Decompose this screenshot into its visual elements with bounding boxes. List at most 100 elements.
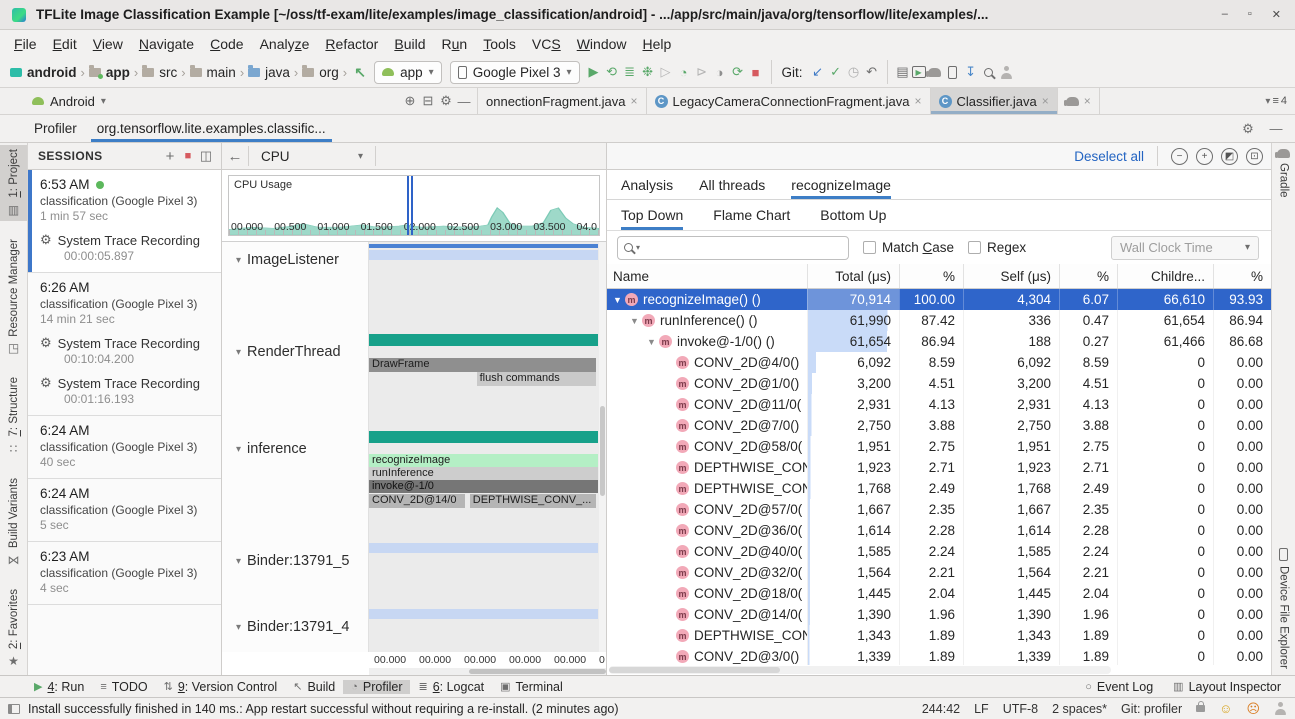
tool-button-favorites[interactable]: 2: Favorites★ — [8, 585, 20, 672]
profile-avatar-icon[interactable] — [998, 63, 1016, 81]
thread-state-bar[interactable] — [369, 431, 598, 443]
selection-handle[interactable] — [411, 176, 413, 235]
tool-button-structure[interactable]: 7: Structure∷ — [8, 373, 20, 459]
search-everywhere-icon[interactable] — [980, 63, 998, 81]
zoom-out-icon[interactable]: − — [1171, 148, 1188, 165]
caret-position[interactable]: 244:42 — [922, 702, 960, 716]
update-project-icon[interactable]: ↙ — [809, 63, 827, 81]
collapse-icon[interactable]: ▾ — [236, 622, 241, 633]
session-recording[interactable]: ⚙System Trace Recording — [40, 335, 213, 351]
table-row[interactable]: mCONV_2D@32/0(1,5642.211,5642.2100.00 — [607, 562, 1271, 583]
search-input[interactable] — [643, 240, 842, 255]
expand-icon[interactable]: ▼ — [613, 295, 625, 305]
subtab-flame-chart[interactable]: Flame Chart — [713, 200, 790, 230]
close-tab-icon[interactable]: × — [915, 94, 922, 108]
menu-view[interactable]: View — [85, 33, 131, 55]
device-manager-icon[interactable] — [944, 63, 962, 81]
trace-event-runInference[interactable]: runInference — [369, 467, 598, 480]
trace-event-DEPTHWISE_CONV_...[interactable]: DEPTHWISE_CONV_... — [470, 494, 596, 508]
editor-tab[interactable]: × — [1058, 88, 1100, 114]
thread-state-bar[interactable] — [369, 334, 598, 346]
attach-profiler-icon[interactable]: ◑ — [711, 63, 729, 81]
menu-file[interactable]: File — [6, 33, 45, 55]
hide-panel-icon[interactable]: — — [455, 92, 473, 110]
table-row[interactable]: mCONV_2D@14/0(1,3901.961,3901.9600.00 — [607, 604, 1271, 625]
git-branch[interactable]: Git: profiler — [1121, 702, 1182, 716]
toolwindow-toggle-icon[interactable] — [8, 704, 20, 714]
collapse-icon[interactable]: ▾ — [236, 255, 241, 266]
menu-help[interactable]: Help — [635, 33, 680, 55]
collapse-icon[interactable]: ▾ — [236, 347, 241, 358]
subtab-bottom-up[interactable]: Bottom Up — [820, 200, 886, 230]
menu-build[interactable]: Build — [386, 33, 433, 55]
session-recording[interactable]: ⚙System Trace Recording — [40, 375, 213, 391]
editor-tab-onnectionFragment.java[interactable]: onnectionFragment.java× — [478, 88, 647, 114]
tool-button-gradle[interactable]: Gradle — [1277, 145, 1290, 202]
table-row[interactable]: ▼minvoke@-1/0() ()61,65486.941880.2761,4… — [607, 331, 1271, 352]
tab-recognizeimage[interactable]: recognizeImage — [791, 170, 891, 199]
gear-icon[interactable]: ⚙ — [1239, 120, 1257, 138]
attach-debugger-icon[interactable]: ⊳ — [693, 63, 711, 81]
close-tab-icon[interactable]: × — [1042, 94, 1049, 108]
menu-navigate[interactable]: Navigate — [131, 33, 202, 55]
trace-event-recognizeImage[interactable]: recognizeImage — [369, 454, 598, 467]
breadcrumb-android[interactable]: android — [8, 65, 79, 80]
editor-tab-LegacyCameraConnectionFragment.java[interactable]: CLegacyCameraConnectionFragment.java× — [647, 88, 931, 114]
table-row[interactable]: ▼mrecognizeImage() ()70,914100.004,3046.… — [607, 289, 1271, 310]
timeline-horizontal-scrollbar[interactable] — [369, 668, 606, 675]
profile-icon[interactable]: ▷ — [657, 63, 675, 81]
session-item[interactable]: 6:26 AMclassification (Google Pixel 3)14… — [28, 273, 221, 416]
session-item[interactable]: 6:23 AMclassification (Google Pixel 3)4 … — [28, 542, 221, 605]
commit-icon[interactable]: ✓ — [827, 63, 845, 81]
thread-tracks[interactable]: ▾ImageListener▾RenderThreadDrawFrameflus… — [222, 242, 606, 652]
back-arrow-icon[interactable]: ← — [226, 147, 244, 165]
tool-button-device-file-explorer[interactable]: Device File Explorer — [1278, 544, 1290, 673]
trace-event-DrawFrame[interactable]: DrawFrame — [369, 358, 596, 372]
session-recording[interactable]: ⚙System Trace Recording — [40, 232, 213, 248]
profiler-type-select[interactable]: CPU ▾ — [253, 149, 371, 164]
settings-icon[interactable]: ⚙ — [437, 92, 455, 110]
menu-analyze[interactable]: Analyze — [252, 33, 318, 55]
menu-run[interactable]: Run — [434, 33, 476, 55]
reset-zoom-icon[interactable]: ◩ — [1221, 148, 1238, 165]
table-row[interactable]: mCONV_2D@40/0(1,5852.241,5852.2400.00 — [607, 541, 1271, 562]
stop-session-icon[interactable]: ■ — [179, 147, 197, 165]
table-row[interactable]: ▼mrunInference() ()61,99087.423360.4761,… — [607, 310, 1271, 331]
tool-button-project[interactable]: 1: Project▥ — [0, 145, 27, 221]
table-row[interactable]: mDEPTHWISE_CON1,9232.711,9232.7100.00 — [607, 457, 1271, 478]
tab-all-threads[interactable]: All threads — [699, 170, 765, 199]
thread-track-inference[interactable]: ▾inferencerecognizeImagerunInferenceinvo… — [222, 431, 606, 543]
menu-refactor[interactable]: Refactor — [317, 33, 386, 55]
maximize-button[interactable]: ▫ — [1248, 8, 1252, 21]
build-hammer-icon[interactable]: ↖ — [351, 63, 369, 81]
trace-event-flush commands[interactable]: flush commands — [477, 372, 596, 386]
clock-type-select[interactable]: Wall Clock Time ▾ — [1111, 236, 1259, 260]
collapse-panel-icon[interactable]: ◫ — [197, 147, 215, 165]
table-row[interactable]: mCONV_2D@3/0()1,3391.891,3391.8900.00 — [607, 646, 1271, 665]
apply-code-changes-icon[interactable]: ≣ — [621, 63, 639, 81]
collapse-all-icon[interactable]: ⊟ — [419, 92, 437, 110]
sad-feedback-icon[interactable]: ☹ — [1246, 701, 1260, 717]
table-row[interactable]: mCONV_2D@4/0()6,0928.596,0928.5900.00 — [607, 352, 1271, 373]
close-tab-icon[interactable]: × — [630, 94, 637, 108]
menu-vcs[interactable]: VCS — [524, 33, 569, 55]
expand-icon[interactable]: ▼ — [630, 316, 642, 326]
zoom-to-selection-icon[interactable]: ⊡ — [1246, 148, 1263, 165]
history-icon[interactable]: ◷ — [845, 63, 863, 81]
tab-analysis[interactable]: Analysis — [621, 170, 673, 199]
zoom-in-icon[interactable]: + — [1196, 148, 1213, 165]
sync-icon[interactable]: ⟳ — [729, 63, 747, 81]
thread-track-ImageListener[interactable]: ▾ImageListener — [222, 242, 606, 334]
thread-track-RenderThread[interactable]: ▾RenderThreadDrawFrameflush commands — [222, 334, 606, 431]
editor-tab-Classifier.java[interactable]: CClassifier.java× — [931, 88, 1058, 114]
table-horizontal-scrollbar[interactable] — [609, 666, 1111, 674]
breadcrumb-app[interactable]: app — [87, 65, 132, 80]
cpu-usage-minimap[interactable]: CPU Usage 00.00000.50001.00001.50002.000… — [222, 170, 606, 242]
thread-state-bar[interactable] — [369, 250, 598, 260]
layout-inspector[interactable]: ▥Layout Inspector — [1165, 680, 1289, 694]
rollback-icon[interactable]: ↶ — [863, 63, 881, 81]
toolwindow-version-control[interactable]: ⇅9: Version Control — [156, 680, 286, 694]
debug-icon[interactable]: ❉ — [639, 63, 657, 81]
subtab-top-down[interactable]: Top Down — [621, 200, 683, 230]
column-header-3[interactable]: Self (μs) — [963, 264, 1059, 288]
